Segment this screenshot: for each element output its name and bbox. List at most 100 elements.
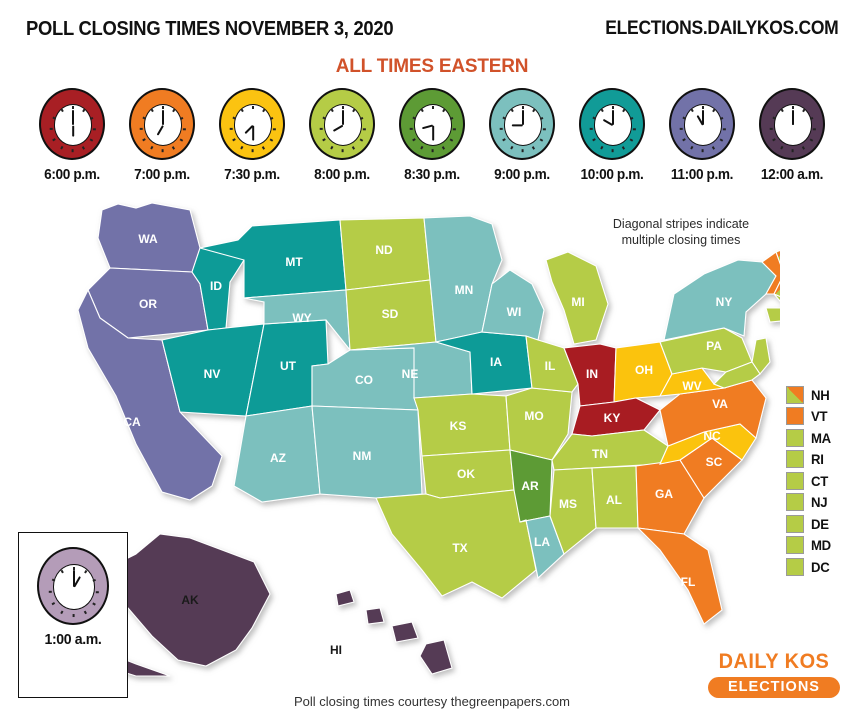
label-HI: HI: [330, 643, 342, 657]
us-map-svg: WA OR CA ID MT NV UT WY CO AZ NM ND SD N…: [65, 202, 780, 677]
legend-state-label: DC: [811, 558, 830, 575]
clock-tick: [600, 109, 604, 113]
clock-minute-hand: [251, 124, 255, 141]
clock-legend-item-1[interactable]: 7:00 p.m.: [120, 88, 204, 183]
legend-row-ri[interactable]: RI: [786, 449, 858, 471]
legend-row-md[interactable]: MD: [786, 535, 858, 557]
clock-hour-hand: [332, 124, 344, 132]
clock-legend-item-0[interactable]: 6:00 p.m.: [30, 88, 114, 183]
legend-row-dc[interactable]: DC: [786, 556, 858, 578]
label-UT: UT: [280, 359, 297, 373]
label-CO: CO: [355, 373, 373, 387]
clock-time-label: 9:00 p.m.: [494, 167, 550, 183]
clock-tick: [51, 578, 56, 582]
label-SC: SC: [706, 455, 723, 469]
clock-tick: [60, 569, 64, 574]
clock-icon: [579, 88, 645, 160]
legend-swatch: [786, 428, 804, 447]
label-NE: NE: [402, 367, 419, 381]
clock-minute-hand: [72, 570, 76, 587]
label-WA: WA: [138, 232, 158, 246]
clock-icon: [669, 88, 735, 160]
label-WV: WV: [682, 379, 701, 393]
clock-icon: [489, 88, 555, 160]
label-ID: ID: [210, 279, 222, 293]
label-NY: NY: [716, 295, 733, 309]
label-AZ: AZ: [270, 451, 286, 465]
state-CT-RI[interactable]: [765, 307, 780, 323]
clock-legend-strip: 6:00 p.m. 7:00 p.m. 7:30 p.m. 8:00 p.m. 8:30…: [30, 88, 834, 188]
label-IN: IN: [586, 367, 598, 381]
clock-tick: [48, 591, 53, 593]
clock-tick: [802, 109, 806, 113]
clock-minute-hand: [521, 109, 525, 125]
map-states-group: [65, 202, 780, 677]
clock-tick: [150, 109, 154, 113]
clock-legend-item-6[interactable]: 10:00 p.m.: [570, 88, 654, 183]
clock-minute-hand: [701, 109, 705, 125]
label-NM: NM: [353, 449, 372, 463]
site-url: ELECTIONS.DAILYKOS.COM: [604, 18, 838, 39]
legend-row-ma[interactable]: MA: [786, 427, 858, 449]
label-WI: WI: [507, 305, 522, 319]
label-TX: TX: [452, 541, 467, 555]
clock-time-label: 7:00 p.m.: [134, 167, 190, 183]
clock-legend-item-8[interactable]: 12:00 a.m.: [750, 88, 834, 183]
clock-icon: [219, 88, 285, 160]
legend-state-label: MD: [811, 537, 831, 554]
clock-minute-hand: [791, 109, 795, 125]
alaska-time-label: 1:00 a.m.: [44, 631, 102, 648]
clock-legend-item-7[interactable]: 11:00 p.m.: [660, 88, 744, 183]
legend-row-nj[interactable]: NJ: [786, 492, 858, 514]
legend-state-label: RI: [811, 451, 824, 468]
clock-hour-hand: [156, 124, 164, 136]
clock-tick: [60, 109, 64, 113]
clock-tick: [240, 109, 244, 113]
legend-swatch: [786, 471, 804, 490]
label-SD: SD: [382, 307, 399, 321]
map-container: Diagonal stripes indicate multiple closi…: [0, 198, 864, 698]
clock-tick: [172, 109, 176, 113]
label-FL: FL: [681, 575, 696, 589]
clock-legend-item-3[interactable]: 8:00 p.m.: [300, 88, 384, 183]
label-IA: IA: [490, 355, 502, 369]
clock-icon: [39, 88, 105, 160]
label-OK: OK: [457, 467, 475, 481]
legend-state-label: NH: [811, 386, 830, 403]
state-HI[interactable]: [335, 589, 453, 675]
logo-sub-text: ELECTIONS: [708, 677, 840, 698]
legend-state-label: VT: [811, 408, 828, 425]
label-WY: WY: [292, 311, 311, 325]
label-MI: MI: [571, 295, 584, 309]
clock-legend-item-2[interactable]: 7:30 p.m.: [210, 88, 294, 183]
legend-row-ct[interactable]: CT: [786, 470, 858, 492]
clock-tick: [420, 109, 424, 113]
label-AR: AR: [521, 479, 539, 493]
label-AK: AK: [181, 593, 199, 607]
dailykos-logo[interactable]: DAILY KOS ELECTIONS: [708, 650, 840, 698]
legend-swatch: [786, 493, 804, 512]
clock-tick: [84, 569, 88, 574]
legend-row-vt[interactable]: VT: [786, 406, 858, 428]
clock-tick: [262, 109, 266, 113]
clock-tick: [95, 591, 99, 593]
all-times-eastern-note: ALL TIMES EASTERN: [335, 56, 529, 77]
label-TN: TN: [592, 447, 608, 461]
clock-minute-hand: [341, 109, 345, 125]
clock-legend-item-4[interactable]: 8:30 p.m.: [390, 88, 474, 183]
clock-tick: [622, 109, 626, 113]
label-KY: KY: [604, 411, 621, 425]
label-NC: NC: [703, 429, 721, 443]
label-MN: MN: [455, 283, 474, 297]
clock-icon: [309, 88, 375, 160]
legend-row-nh[interactable]: NH: [786, 384, 858, 406]
legend-row-de[interactable]: DE: [786, 513, 858, 535]
clock-icon: [759, 88, 825, 160]
clock-tick: [510, 109, 514, 113]
logo-main-text: DAILY KOS: [718, 650, 830, 673]
clock-legend-item-5[interactable]: 9:00 p.m.: [480, 88, 564, 183]
clock-time-label: 11:00 p.m.: [670, 167, 734, 183]
clock-icon: [399, 88, 465, 160]
label-ND: ND: [375, 243, 393, 257]
label-MO: MO: [524, 409, 543, 423]
